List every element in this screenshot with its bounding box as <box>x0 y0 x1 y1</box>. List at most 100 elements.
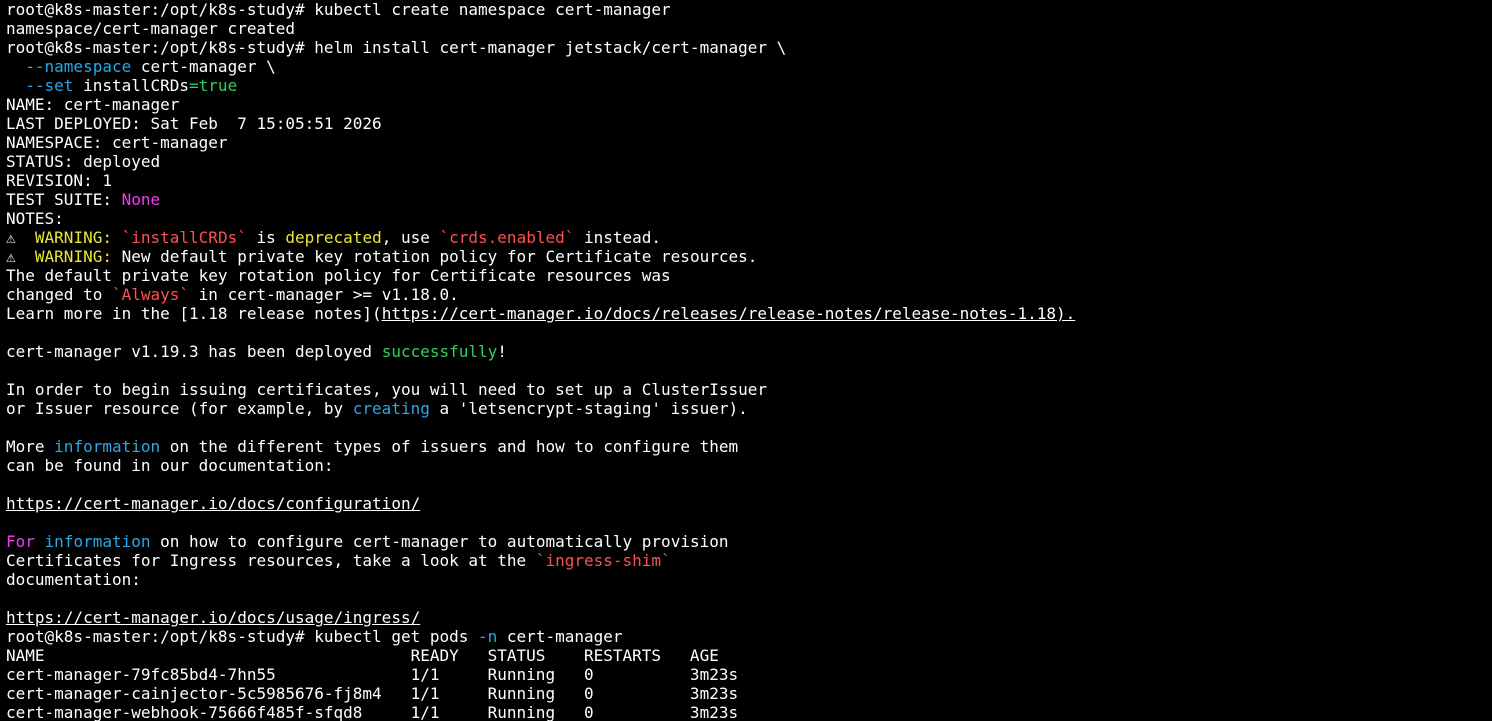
terminal-line: ⚠ WARNING: New default private key rotat… <box>6 247 1486 266</box>
terminal-line: For information on how to configure cert… <box>6 532 1486 551</box>
terminal-text-segment: NAMESPACE: cert-manager <box>6 133 228 152</box>
terminal-text-segment: cert-manager <box>497 627 623 646</box>
terminal-line: root@k8s-master:/opt/k8s-study# kubectl … <box>6 0 1486 19</box>
terminal-line: REVISION: 1 <box>6 171 1486 190</box>
terminal-line: root@k8s-master:/opt/k8s-study# kubectl … <box>6 627 1486 646</box>
terminal-line: More information on the different types … <box>6 437 1486 456</box>
terminal-text-segment: root@k8s-master:/opt/k8s-study# kubectl … <box>6 627 479 646</box>
terminal-line: namespace/cert-manager created <box>6 19 1486 38</box>
terminal-text-segment: installCRDs <box>73 76 190 95</box>
terminal-line: cert-manager-79fc85bd4-7hn55 1/1 Running… <box>6 665 1486 684</box>
terminal-line: In order to begin issuing certificates, … <box>6 380 1486 399</box>
terminal-text-segment: `ingress-shim` <box>535 551 671 570</box>
terminal-text-segment: changed to <box>6 285 112 304</box>
terminal-line: or Issuer resource (for example, by crea… <box>6 399 1486 418</box>
terminal-line: Certificates for Ingress resources, take… <box>6 551 1486 570</box>
terminal-text-segment: or Issuer resource (for example, by <box>6 399 353 418</box>
terminal-text-segment: cert-manager-79fc85bd4-7hn55 1/1 Running… <box>6 665 739 684</box>
terminal-line: https://cert-manager.io/docs/configurati… <box>6 494 1486 513</box>
terminal-text-segment: LAST DEPLOYED: Sat Feb 7 15:05:51 2026 <box>6 114 382 133</box>
terminal-text-segment: WARNING: <box>34 228 112 247</box>
terminal-text-segment: REVISION: 1 <box>6 171 112 190</box>
terminal-line: STATUS: deployed <box>6 152 1486 171</box>
terminal-text-segment: =true <box>189 76 238 95</box>
terminal-text-segment: The default private key rotation policy … <box>6 266 671 285</box>
terminal-line: cert-manager-webhook-75666f485f-sfqd8 1/… <box>6 703 1486 721</box>
terminal-line: NAME: cert-manager <box>6 95 1486 114</box>
terminal-text-segment: ! <box>497 342 507 361</box>
terminal-line: NAMESPACE: cert-manager <box>6 133 1486 152</box>
terminal-text-segment: creating <box>352 399 430 418</box>
terminal-text-segment: cert-manager-cainjector-5c5985676-fj8m4 … <box>6 684 739 703</box>
terminal-text-segment: None <box>121 190 161 209</box>
terminal-text-segment: -n <box>478 627 498 646</box>
terminal-text-segment: namespace/cert-manager created <box>6 19 295 38</box>
terminal-line: ⚠ WARNING: `installCRDs` is deprecated, … <box>6 228 1486 247</box>
terminal-text-segment: instead. <box>574 228 662 247</box>
terminal-text-segment: In order to begin issuing certificates, … <box>6 380 767 399</box>
terminal-text-segment: Learn more in the [1.18 release notes]( <box>6 304 382 323</box>
terminal-line: NOTES: <box>6 209 1486 228</box>
terminal-text-segment: a 'letsencrypt-staging' issuer). <box>429 399 748 418</box>
terminal-text-segment: New default private key rotation policy … <box>111 247 758 266</box>
terminal-text-segment: deprecated <box>285 228 382 247</box>
terminal-text-segment: NAME READY STATUS RESTARTS AGE <box>6 646 719 665</box>
terminal-text-segment: information <box>44 532 151 551</box>
terminal-text-segment: `Always` <box>111 285 190 304</box>
terminal-line: changed to `Always` in cert-manager >= v… <box>6 285 1486 304</box>
terminal-line: root@k8s-master:/opt/k8s-study# helm ins… <box>6 38 1486 57</box>
terminal-line: NAME READY STATUS RESTARTS AGE <box>6 646 1486 665</box>
terminal-link-text[interactable]: https://cert-manager.io/docs/configurati… <box>6 494 420 513</box>
terminal-text-segment: --namespace <box>25 57 132 76</box>
terminal-text-segment: More <box>6 437 55 456</box>
terminal-text-segment: STATUS: deployed <box>6 152 161 171</box>
terminal-text-segment: , use <box>381 228 440 247</box>
terminal-line: cert-manager v1.19.3 has been deployed s… <box>6 342 1486 361</box>
terminal-line: --set installCRDs=true <box>6 76 1486 95</box>
terminal-line: LAST DEPLOYED: Sat Feb 7 15:05:51 2026 <box>6 114 1486 133</box>
terminal-line: documentation: <box>6 570 1486 589</box>
terminal-line: Learn more in the [1.18 release notes](h… <box>6 304 1486 323</box>
terminal-text-segment: ⚠ <box>6 228 35 247</box>
terminal-text-segment: TEST SUITE: <box>6 190 122 209</box>
terminal-text-segment: cert-manager-webhook-75666f485f-sfqd8 1/… <box>6 703 739 721</box>
terminal-link-text[interactable]: https://cert-manager.io/docs/usage/ingre… <box>6 608 420 627</box>
terminal-link-text[interactable]: https://cert-manager.io/docs/releases/re… <box>382 304 1076 323</box>
terminal-text-segment: successfully <box>381 342 498 361</box>
terminal-text-segment: documentation: <box>6 570 141 589</box>
terminal-line: TEST SUITE: None <box>6 190 1486 209</box>
terminal-text-segment: NOTES: <box>6 209 64 228</box>
terminal-text-segment: on the different types of issuers and ho… <box>160 437 739 456</box>
terminal-window[interactable]: root@k8s-master:/opt/k8s-study# kubectl … <box>0 0 1492 721</box>
terminal-line: --namespace cert-manager \ <box>6 57 1486 76</box>
terminal-text-segment: root@k8s-master:/opt/k8s-study# helm ins… <box>6 38 787 57</box>
terminal-text-segment: root@k8s-master:/opt/k8s-study# kubectl … <box>6 0 671 19</box>
terminal-line: The default private key rotation policy … <box>6 266 1486 285</box>
terminal-text-segment: ⚠ <box>6 247 35 266</box>
terminal-text-segment: --set <box>25 76 74 95</box>
terminal-text-segment: information <box>54 437 161 456</box>
terminal-text-segment: can be found in our documentation: <box>6 456 334 475</box>
terminal-text-segment: `crds.enabled` <box>439 228 575 247</box>
terminal-text-segment: WARNING: <box>34 247 112 266</box>
terminal-text-segment: cert-manager \ <box>131 57 276 76</box>
terminal-text-segment: in cert-manager >= v1.18.0. <box>189 285 459 304</box>
terminal-line: can be found in our documentation: <box>6 456 1486 475</box>
terminal-line: cert-manager-cainjector-5c5985676-fj8m4 … <box>6 684 1486 703</box>
terminal-text-segment: cert-manager v1.19.3 has been deployed <box>6 342 382 361</box>
terminal-text-segment: is <box>246 228 286 247</box>
terminal-text-segment: NAME: cert-manager <box>6 95 180 114</box>
terminal-text-segment: `installCRDs` <box>121 228 247 247</box>
terminal-text-segment: Certificates for Ingress resources, take… <box>6 551 536 570</box>
terminal-line: https://cert-manager.io/docs/usage/ingre… <box>6 608 1486 627</box>
